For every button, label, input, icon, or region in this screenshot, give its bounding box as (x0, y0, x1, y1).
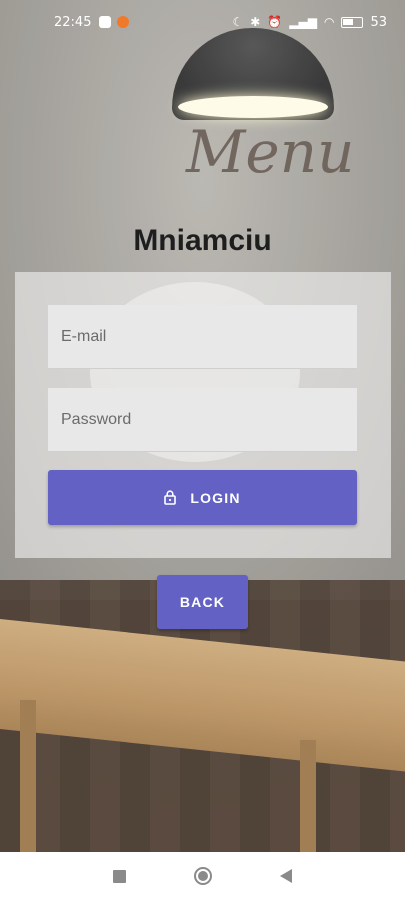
password-field[interactable] (48, 388, 357, 452)
status-bar: 22:45 ☾ ✱ ⏰ ▂▄▆ ◠ 53 (0, 0, 405, 44)
notification-icon (99, 16, 112, 28)
password-input[interactable] (48, 388, 357, 451)
email-input[interactable] (48, 305, 357, 368)
wifi-icon: ◠ (323, 15, 335, 29)
battery-level: 53 (370, 14, 387, 30)
recents-icon[interactable] (113, 869, 126, 883)
alarm-icon: ⏰ (267, 15, 283, 29)
email-field[interactable] (48, 305, 357, 369)
navigation-bar (0, 852, 405, 900)
battery-icon (341, 16, 364, 28)
app-title: Mniamciu (133, 224, 272, 257)
login-button[interactable]: LOGIN (48, 470, 357, 525)
app-icon (117, 16, 130, 28)
bluetooth-icon: ✱ (250, 15, 261, 29)
back-button-label: BACK (179, 594, 226, 610)
back-button[interactable]: BACK (157, 575, 248, 629)
signal-icon: ▂▄▆ (289, 15, 317, 29)
lock-icon (164, 490, 177, 505)
home-icon[interactable] (194, 867, 212, 885)
status-time: 22:45 (54, 14, 92, 30)
back-icon[interactable] (280, 869, 292, 883)
moon-icon: ☾ (232, 15, 244, 29)
login-button-label: LOGIN (190, 489, 241, 506)
